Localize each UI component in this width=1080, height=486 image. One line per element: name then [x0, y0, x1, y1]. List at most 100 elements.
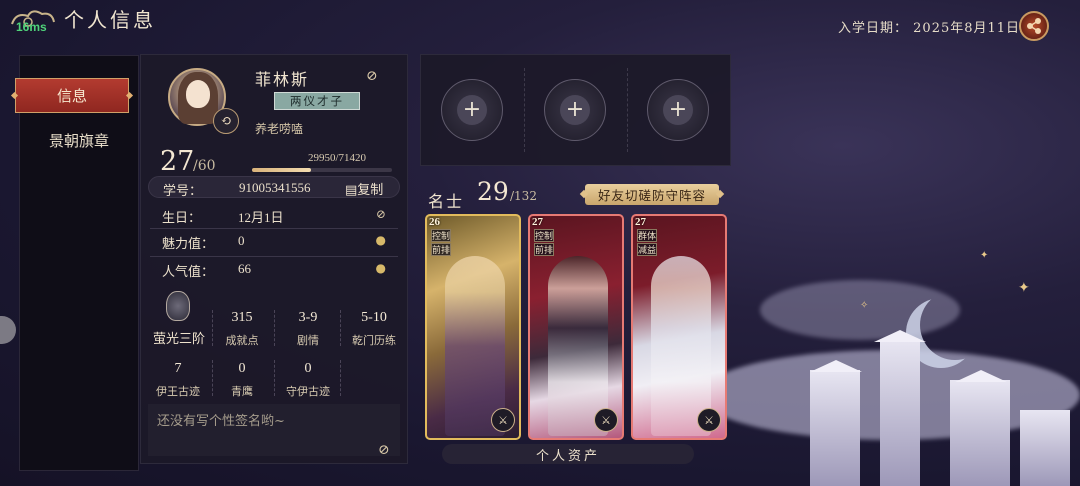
scholars-label: 名士	[428, 192, 465, 211]
stat-value: 5-10	[361, 310, 387, 325]
stat-achievement: 315 成就点	[211, 310, 273, 348]
card-tag: 前排	[431, 243, 451, 256]
signature-text: 还没有写个性签名哟~	[157, 414, 285, 429]
stat-value: 0	[304, 361, 312, 376]
stat-label: 伊王古迹	[156, 385, 200, 398]
weapon-icon: ⚔	[491, 408, 515, 432]
level-max: /60	[193, 158, 216, 174]
stat-divider	[212, 360, 213, 396]
copy-label: 复制	[357, 183, 384, 198]
rank-stat: 萤光三阶	[147, 320, 211, 347]
star-decor: ✦	[1018, 280, 1030, 296]
stat-ruin-2: 0 守伊古迹	[277, 361, 339, 399]
copy-icon: ▤	[345, 183, 358, 198]
student-id-value: 91005341556	[239, 180, 311, 195]
birthday-label: 生日：	[162, 211, 202, 226]
rank-label: 萤光三阶	[152, 332, 205, 347]
scholar-card[interactable]: 27 群体 减益 ⚔	[631, 214, 727, 440]
roof-decor	[810, 360, 862, 372]
palace-decor	[810, 370, 860, 486]
enroll-value: 2025年8月11日	[913, 21, 1021, 36]
edit-birthday-icon[interactable]: ⊘	[376, 207, 386, 221]
card-tag: 群体	[637, 229, 657, 242]
player-name: 菲林斯	[255, 70, 310, 89]
share-button[interactable]	[1019, 11, 1049, 41]
scholars-count: 29	[477, 177, 509, 206]
palace-decor	[880, 340, 920, 486]
add-slot-button[interactable]: +	[647, 79, 709, 141]
star-decor: ✧	[860, 300, 869, 311]
card-tag: 前排	[534, 243, 554, 256]
stat-divider	[274, 360, 275, 396]
divider	[150, 228, 398, 229]
birthday-row: 生日： 12月1日 ⊘	[148, 204, 400, 226]
student-id-label: 学号：	[163, 184, 203, 199]
guild-tag: 养老唠嗑	[255, 122, 304, 136]
slot-divider	[524, 68, 525, 152]
charm-value: 0	[238, 233, 245, 248]
switch-avatar-icon[interactable]: ⟲	[213, 108, 239, 134]
stat-label: 青鹰	[231, 385, 253, 398]
moon-decor	[920, 290, 990, 360]
side-drawer-handle[interactable]	[0, 316, 16, 344]
scholars-total: /132	[510, 189, 537, 203]
nav-tab-banner[interactable]: 景朝旗章	[19, 125, 139, 155]
student-id-row: 学号： 91005341556 ▤复制	[148, 176, 400, 199]
card-tag: 控制	[431, 229, 451, 242]
stat-trial: 5-10 乾门历练	[343, 310, 405, 348]
stat-label: 剧情	[297, 334, 319, 347]
stat-divider	[340, 310, 341, 346]
card-level: 26	[429, 216, 440, 228]
share-icon	[1027, 18, 1041, 34]
popularity-label: 人气值：	[162, 265, 215, 280]
popularity-value: 66	[238, 261, 251, 276]
copy-button[interactable]: ▤复制	[345, 179, 383, 198]
charm-row: 魅力值： 0 ●	[148, 230, 400, 252]
watermark-label: 16ms	[16, 20, 47, 34]
friend-defense-lineup-button[interactable]: 好友切磋防守阵容	[585, 184, 719, 205]
palace-decor	[1020, 410, 1070, 486]
edit-name-icon[interactable]: ⊘	[366, 68, 378, 84]
weapon-icon: ⚔	[594, 408, 618, 432]
stat-value: 7	[174, 361, 182, 376]
charm-label: 魅力值：	[162, 237, 215, 252]
stat-ruin-1: 7 伊王古迹	[147, 361, 209, 399]
rank-lantern-icon	[166, 291, 190, 321]
plus-icon: +	[560, 95, 590, 125]
nav-tab-info[interactable]: 信息	[15, 78, 129, 113]
title-badge[interactable]: 两仪才子	[274, 92, 360, 110]
star-decor: ✦	[980, 250, 989, 261]
scholar-card[interactable]: 27 控制 前排 ⚔	[528, 214, 624, 440]
add-slot-button[interactable]: +	[544, 79, 606, 141]
roof-decor	[874, 330, 926, 342]
stat-divider	[274, 310, 275, 346]
level-value: 27	[160, 146, 195, 177]
stat-label: 成就点	[225, 334, 259, 347]
scholar-card[interactable]: 26 控制 前排 ⚔	[425, 214, 521, 440]
popularity-row: 人气值： 66 ●	[148, 258, 400, 280]
add-slot-button[interactable]: +	[441, 79, 503, 141]
birthday-value: 12月1日	[238, 210, 284, 225]
personal-assets-button[interactable]: 个人资产	[442, 444, 694, 464]
card-tag: 控制	[534, 229, 554, 242]
enroll-date: 入学日期： 2025年8月11日	[838, 17, 1020, 36]
exp-text: 29950/71420	[308, 152, 367, 164]
edit-signature-icon[interactable]: ⊘	[378, 442, 390, 458]
palace-decor	[950, 380, 1010, 486]
stat-divider	[340, 360, 341, 396]
stat-label: 守伊古迹	[286, 385, 330, 398]
charm-info-icon[interactable]: ●	[376, 233, 386, 247]
stat-value: 3-9	[298, 310, 318, 325]
plus-icon: +	[457, 95, 487, 125]
card-level: 27	[635, 216, 646, 228]
stat-value: 315	[231, 310, 253, 325]
popularity-info-icon[interactable]: ●	[376, 261, 386, 275]
exp-bar-fill	[252, 168, 311, 172]
stat-story: 3-9 剧情	[277, 310, 339, 348]
exp-bar	[252, 168, 392, 172]
stat-divider	[212, 310, 213, 346]
card-level: 27	[532, 216, 543, 228]
enroll-label: 入学日期：	[838, 21, 909, 36]
stat-eagle: 0 青鹰	[211, 361, 273, 399]
weapon-icon: ⚔	[697, 408, 721, 432]
